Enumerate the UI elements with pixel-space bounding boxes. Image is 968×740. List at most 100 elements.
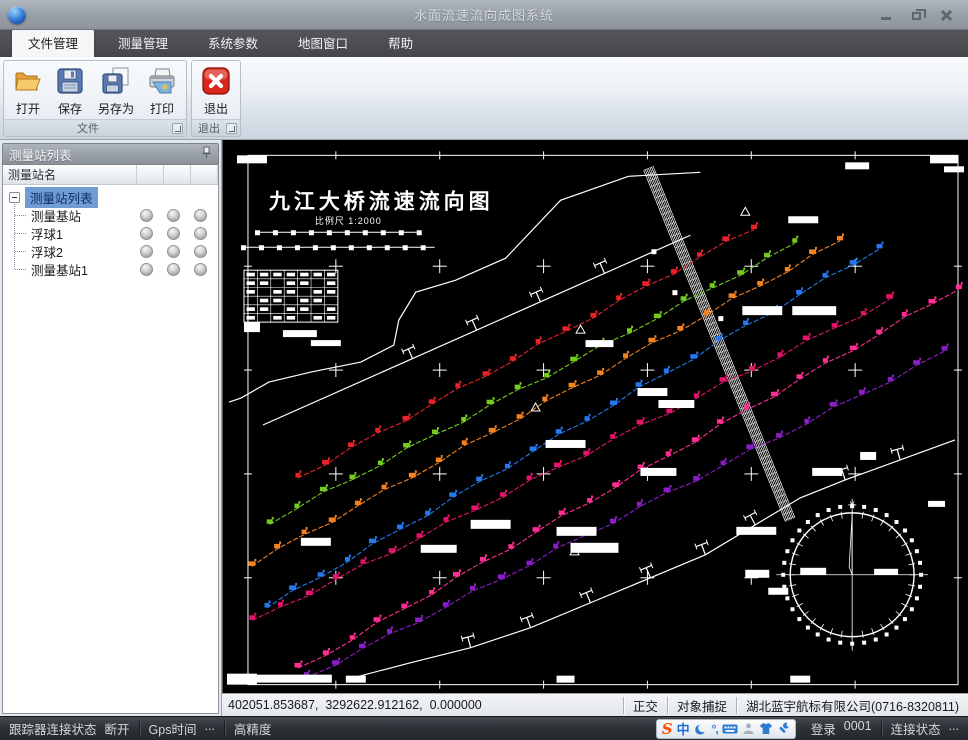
- close-button[interactable]: [938, 8, 954, 22]
- exit-icon: [200, 65, 232, 97]
- tree-branch: [15, 233, 26, 234]
- connection-value: ...: [949, 719, 959, 738]
- login-label: 登录: [811, 719, 836, 738]
- column-1[interactable]: [137, 165, 164, 184]
- collapse-icon[interactable]: [9, 192, 20, 203]
- coordinate-readout: 402051.853687, 3292622.912162, 0.000000: [222, 698, 623, 712]
- tab-file-management[interactable]: 文件管理: [12, 28, 94, 57]
- status-led: [140, 263, 153, 276]
- tree-branch: [15, 215, 26, 216]
- status-bar: 402051.853687, 3292622.912162, 0.000000 …: [222, 693, 968, 716]
- connection-status: 连接状态 ...: [882, 719, 968, 738]
- status-led: [194, 209, 207, 222]
- open-button[interactable]: 打开: [7, 63, 49, 117]
- status-led: [167, 227, 180, 240]
- annotation-blobs: [227, 155, 964, 684]
- tree-item-station-1[interactable]: 测量基站: [3, 206, 218, 224]
- tree-branch: [15, 269, 26, 270]
- wrench-settings-icon[interactable]: [777, 722, 790, 735]
- user-icon[interactable]: [742, 722, 755, 735]
- ribbon-group-file: 打开 保存: [3, 60, 187, 137]
- main-area: 测量站列表 测量站名: [0, 140, 968, 716]
- fullwidth-moon-icon[interactable]: [694, 722, 708, 736]
- status-led: [194, 263, 207, 276]
- status-led: [194, 227, 207, 240]
- exit-label: 退出: [204, 100, 228, 117]
- status-led: [140, 227, 153, 240]
- minimize-button[interactable]: [878, 8, 894, 22]
- tree-item-station-4[interactable]: 测量基站1: [3, 260, 218, 278]
- map-title: 九江大桥流速流向图比例尺 1:2000: [268, 189, 494, 226]
- connection-label: 连接状态: [891, 719, 941, 738]
- station-tree: 测量站列表 测量基站 浮球1: [3, 185, 218, 713]
- print-icon: [146, 65, 178, 97]
- open-label: 打开: [16, 100, 40, 117]
- column-2[interactable]: [164, 165, 191, 184]
- gps-time-value: ...: [204, 719, 214, 738]
- pin-icon[interactable]: [201, 146, 212, 162]
- company-label: 湖北蓝宇航标有限公司(0716-8320811): [736, 697, 968, 714]
- ime-toolbar: S 中 °,: [656, 719, 796, 739]
- exit-button[interactable]: 退出: [195, 63, 237, 117]
- status-led: [167, 209, 180, 222]
- trace-blue: [265, 241, 884, 608]
- open-folder-icon: [12, 65, 44, 97]
- soft-keyboard-icon[interactable]: [722, 723, 738, 735]
- save-label: 保存: [58, 100, 82, 117]
- dialog-launcher-icon[interactable]: [172, 123, 183, 134]
- exit-group-caption: 退出: [192, 120, 226, 136]
- svg-text:比例尺 1:2000: 比例尺 1:2000: [315, 215, 382, 226]
- tab-map-window[interactable]: 地图窗口: [282, 28, 364, 57]
- punctuation-icon[interactable]: °,: [712, 722, 718, 736]
- ribbon: 打开 保存: [0, 57, 968, 140]
- restore-icon: [912, 12, 921, 20]
- pier-symbols: [402, 258, 906, 649]
- tree-root-row[interactable]: 测量站列表: [3, 188, 218, 206]
- station-table-header: 测量站名: [3, 165, 218, 185]
- scale-bar: [241, 230, 435, 250]
- tree-item-station-3[interactable]: 浮球2: [3, 242, 218, 260]
- chinese-mode-icon[interactable]: 中: [677, 719, 690, 738]
- bottom-status-strip: 跟踪器连接状态 断开 Gps时间 ... 高精度 S 中 °,: [0, 716, 968, 740]
- shorelines: [229, 172, 955, 679]
- save-icon: [54, 65, 86, 97]
- login-status[interactable]: 登录 0001: [802, 719, 881, 738]
- restore-button[interactable]: [908, 8, 924, 22]
- tab-measure-management[interactable]: 测量管理: [102, 28, 184, 57]
- save-button[interactable]: 保存: [49, 63, 91, 117]
- tab-system-params[interactable]: 系统参数: [192, 28, 274, 57]
- column-3[interactable]: [191, 165, 218, 184]
- title-bar: 水面流速流向成图系统: [0, 0, 968, 30]
- legend-table: [244, 270, 338, 322]
- login-value: 0001: [844, 719, 872, 738]
- skin-shirt-icon[interactable]: [759, 722, 773, 735]
- status-led: [167, 263, 180, 276]
- column-station-name[interactable]: 测量站名: [3, 165, 137, 184]
- sogou-logo-icon[interactable]: S: [662, 720, 673, 738]
- trace-green: [267, 236, 798, 525]
- status-led: [194, 245, 207, 258]
- tab-help[interactable]: 帮助: [372, 28, 429, 57]
- save-as-label: 另存为: [98, 100, 134, 117]
- ribbon-tab-strip: 文件管理 测量管理 系统参数 地图窗口 帮助: [0, 30, 968, 57]
- trace-red: [295, 222, 758, 478]
- gps-time-label: Gps时间: [149, 719, 197, 738]
- save-as-button[interactable]: 另存为: [91, 63, 141, 117]
- dialog-launcher-icon[interactable]: [226, 123, 237, 134]
- file-group-caption: 文件: [4, 120, 172, 136]
- precision-label: 高精度: [234, 719, 272, 738]
- osnap-toggle[interactable]: 对象捕捉: [667, 697, 736, 714]
- cad-canvas[interactable]: 九江大桥流速流向图比例尺 1:2000: [222, 140, 968, 693]
- status-led: [140, 209, 153, 222]
- trace-crimson: [249, 292, 894, 621]
- ortho-toggle[interactable]: 正交: [623, 697, 667, 714]
- close-icon: [940, 9, 952, 21]
- station-list-panel: 测量站列表 测量站名: [0, 140, 222, 716]
- window-title: 水面流速流向成图系统: [0, 5, 968, 24]
- compass-rose: [776, 499, 928, 651]
- svg-text:九江大桥流速流向图: 九江大桥流速流向图: [268, 189, 494, 213]
- panel-title: 测量站列表: [9, 145, 72, 164]
- tree-branch: [15, 251, 26, 252]
- tree-item-station-2[interactable]: 浮球1: [3, 224, 218, 242]
- print-button[interactable]: 打印: [141, 63, 183, 117]
